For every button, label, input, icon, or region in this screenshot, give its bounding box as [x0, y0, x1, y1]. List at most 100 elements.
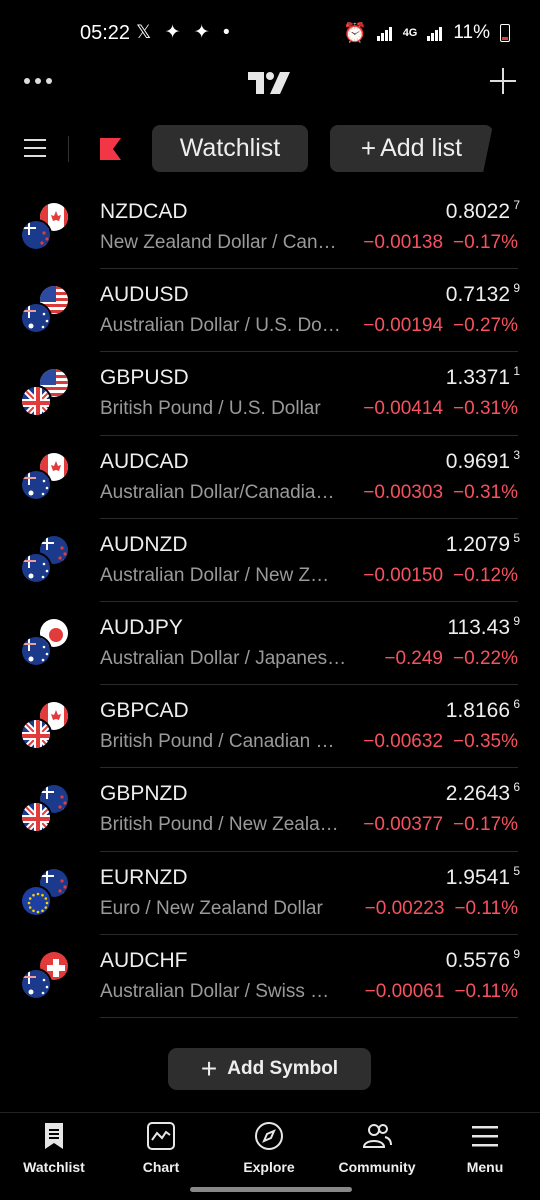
- watchlist-row[interactable]: AUDNZD Australian Dollar / New Z… 1.2079…: [0, 519, 540, 602]
- pair-flags: [20, 367, 70, 418]
- price-change: −0.00303 −0.31%: [363, 482, 518, 504]
- price-value: 0.7132: [445, 283, 510, 307]
- last-price: 1.3371 1: [445, 364, 520, 390]
- price-change: −0.00138 −0.17%: [363, 232, 518, 254]
- price-value: 113.43: [447, 615, 510, 639]
- price-value: 1.2079: [445, 532, 510, 556]
- add-icon[interactable]: [488, 66, 518, 96]
- watchlist-row[interactable]: NZDCAD New Zealand Dollar / Can… 0.8022 7…: [0, 186, 540, 270]
- pair-flags: [20, 949, 70, 1000]
- nav-watchlist-label: Watchlist: [23, 1159, 85, 1175]
- gb-flag-icon: [20, 801, 52, 834]
- pair-flags: [20, 783, 70, 834]
- status-bar: 05:22 𝕏 ✦ ✦ • ⏰ 4G 11%: [0, 0, 540, 64]
- nav-watchlist[interactable]: Watchlist: [0, 1121, 108, 1175]
- price-change: −0.00414 −0.31%: [363, 398, 518, 420]
- change-abs: −0.00194: [363, 315, 444, 337]
- watchlist-row[interactable]: GBPUSD British Pound / U.S. Dollar 1.337…: [0, 352, 540, 436]
- watchlist-tab-label: Watchlist: [179, 134, 281, 162]
- watchlist: NZDCAD New Zealand Dollar / Can… 0.8022 7…: [0, 186, 540, 1018]
- red-flag-icon[interactable]: [100, 138, 121, 160]
- price-pip: 5: [513, 530, 520, 545]
- lists-menu-icon[interactable]: [24, 139, 46, 159]
- price-value: 1.3371: [445, 366, 510, 390]
- symbol-ticker: AUDUSD: [100, 283, 189, 307]
- au-flag-icon: [20, 302, 52, 335]
- change-pct: −0.12%: [453, 564, 518, 586]
- symbol-description: British Pound / New Zeala…: [100, 814, 339, 836]
- plus-icon: +: [200, 1053, 218, 1084]
- nav-menu-label: Menu: [466, 1159, 504, 1175]
- network-type: 4G: [402, 27, 418, 39]
- watchlist-row[interactable]: AUDCAD Australian Dollar/Canadia… 0.9691…: [0, 436, 540, 519]
- tradingview-logo: [248, 72, 290, 94]
- change-pct: −0.11%: [454, 897, 518, 919]
- symbol-description: Australian Dollar / New Z…: [100, 564, 330, 586]
- nav-explore-label: Explore: [243, 1159, 295, 1175]
- pair-flags: [20, 866, 70, 917]
- change-abs: −0.00303: [363, 481, 444, 503]
- nav-chart-label: Chart: [142, 1159, 180, 1175]
- nav-menu[interactable]: Menu: [431, 1121, 539, 1175]
- nav-chart[interactable]: Chart: [107, 1121, 215, 1175]
- change-abs: −0.00150: [363, 564, 444, 586]
- watchlist-tab[interactable]: Watchlist: [152, 125, 308, 172]
- watchlist-row[interactable]: EURNZD Euro / New Zealand Dollar 1.9541 5…: [0, 852, 540, 935]
- last-price: 0.9691 3: [446, 448, 520, 474]
- add-symbol-label: Add Symbol: [227, 1058, 339, 1079]
- home-indicator: [190, 1187, 352, 1192]
- au-flag-icon: [20, 551, 52, 584]
- price-pip: 7: [513, 198, 520, 212]
- price-pip: 5: [513, 863, 520, 878]
- last-price: 113.43 9: [447, 614, 520, 640]
- change-abs: −0.00414: [363, 398, 444, 420]
- symbol-description: British Pound / Canadian …: [100, 731, 335, 753]
- last-price: 2.2643 6: [446, 780, 520, 806]
- symbol-description: Euro / New Zealand Dollar: [100, 897, 323, 919]
- symbol-description: Australian Dollar / U.S. Do…: [100, 315, 341, 337]
- app-header: [0, 60, 540, 108]
- nav-community[interactable]: Community: [323, 1121, 431, 1175]
- au-flag-icon: [20, 967, 52, 1000]
- watchlist-row[interactable]: GBPNZD British Pound / New Zeala… 2.2643…: [0, 768, 540, 852]
- chart-icon: [147, 1122, 175, 1150]
- symbol-ticker: AUDJPY: [100, 615, 183, 639]
- add-symbol-button[interactable]: + Add Symbol: [168, 1048, 371, 1090]
- price-change: −0.00150 −0.12%: [363, 565, 518, 587]
- change-abs: −0.00377: [363, 814, 444, 836]
- nav-community-label: Community: [338, 1159, 416, 1175]
- nz-flag-icon: [20, 219, 52, 251]
- symbol-ticker: AUDNZD: [100, 532, 188, 556]
- watchlist-toolbar: Watchlist + Add list: [0, 124, 540, 174]
- symbol-ticker: AUDCHF: [100, 948, 188, 972]
- nav-explore[interactable]: Explore: [215, 1121, 323, 1175]
- price-change: −0.00223 −0.11%: [365, 898, 518, 920]
- add-list-button[interactable]: + Add list: [330, 125, 493, 172]
- pair-flags: [20, 533, 70, 584]
- eu-flag-icon: [20, 884, 52, 917]
- change-pct: −0.35%: [453, 731, 518, 753]
- watchlist-row[interactable]: AUDCHF Australian Dollar / Swiss … 0.557…: [0, 935, 540, 1018]
- change-abs: −0.249: [384, 647, 444, 669]
- change-abs: −0.00632: [363, 731, 444, 753]
- last-price: 1.9541 5: [445, 864, 520, 890]
- last-price: 0.8022 7: [446, 198, 520, 224]
- price-pip: 6: [513, 780, 520, 795]
- more-options-icon[interactable]: [24, 78, 52, 84]
- au-flag-icon: [20, 468, 52, 501]
- price-value: 1.9541: [445, 865, 510, 889]
- symbol-description: New Zealand Dollar / Can…: [100, 232, 337, 253]
- price-pip: 1: [513, 364, 520, 379]
- pair-flags: [20, 616, 70, 667]
- symbol-ticker: GBPCAD: [100, 699, 189, 723]
- watchlist-row[interactable]: AUDUSD Australian Dollar / U.S. Do… 0.71…: [0, 269, 540, 353]
- change-pct: −0.17%: [453, 232, 518, 253]
- price-change: −0.00061 −0.11%: [365, 981, 518, 1003]
- notification-icons: 𝕏 ✦ ✦ •: [136, 22, 234, 43]
- price-change: −0.00632 −0.35%: [363, 731, 518, 753]
- watchlist-row[interactable]: GBPCAD British Pound / Canadian … 1.8166…: [0, 685, 540, 769]
- change-pct: −0.31%: [453, 481, 518, 503]
- watchlist-row[interactable]: AUDJPY Australian Dollar / Japanese… 113…: [0, 602, 540, 686]
- bookmark-icon: [45, 1123, 63, 1149]
- hamburger-icon: [472, 1126, 498, 1147]
